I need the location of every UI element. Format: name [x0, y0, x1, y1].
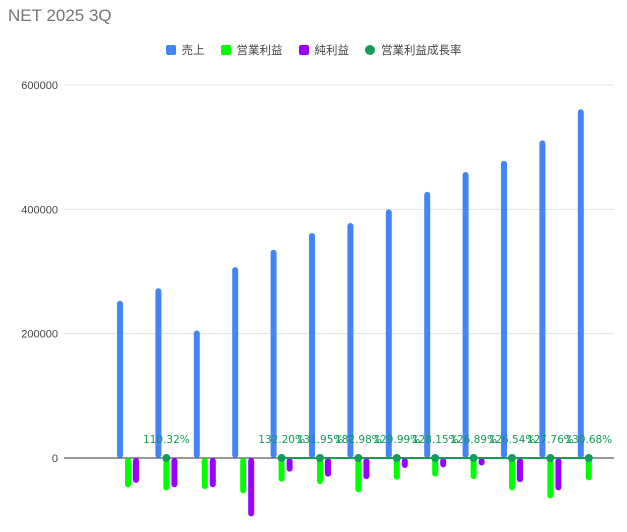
revenue-bar — [539, 140, 546, 458]
revenue-bar — [424, 191, 431, 458]
net-income-bar — [286, 458, 293, 472]
net-income-bar — [555, 458, 562, 491]
revenue-bar — [117, 300, 123, 458]
growth-rate-point — [508, 454, 516, 462]
growth-rate-point — [392, 454, 401, 462]
net-income-bar — [171, 458, 178, 488]
revenue-bar — [385, 209, 392, 458]
plot-area: 0200000400000600000110.32% 132.20%131.95%… — [21, 80, 614, 517]
chart-container: NET 2025 3Q 売上 営業利益 純利益 営業利益成長率 0 200000 4… — [0, 0, 627, 532]
revenue-bar — [347, 223, 354, 458]
net-income-bar — [401, 458, 408, 468]
net-income-bar — [325, 458, 331, 477]
growth-rate-data-label: 110.32% — [143, 434, 190, 446]
operating-income-bar — [240, 458, 247, 494]
net-income-bar — [209, 458, 216, 488]
operating-income-bar — [125, 458, 131, 488]
net-income-bar — [248, 458, 255, 517]
y-tick-label: 0 — [52, 453, 58, 465]
growth-rate-point — [162, 454, 171, 462]
growth-rate-point — [316, 454, 324, 462]
growth-rate-point — [354, 454, 363, 462]
revenue-bar — [309, 232, 315, 458]
net-income-bar — [478, 458, 485, 466]
net-income-bar — [133, 458, 139, 483]
revenue-bar — [501, 160, 507, 459]
net-income-bar — [363, 458, 370, 480]
revenue-bar — [270, 249, 277, 458]
revenue-bar — [462, 172, 469, 459]
y-tick-label: 600000 — [21, 80, 58, 92]
net-income-bar — [440, 458, 447, 468]
growth-rate-point — [584, 454, 593, 462]
net-income-bar — [517, 458, 523, 483]
growth-rate-point — [469, 454, 478, 462]
revenue-bar — [577, 109, 584, 459]
operating-income-bar — [163, 458, 170, 491]
growth-rate-point — [277, 454, 286, 462]
growth-rate-point — [546, 454, 555, 462]
revenue-bar — [232, 267, 239, 458]
operating-income-bar — [547, 458, 554, 499]
operating-income-bar — [509, 458, 515, 491]
y-tick-label: 200000 — [21, 329, 58, 341]
operating-income-bar — [355, 458, 362, 493]
operating-income-bar — [201, 458, 208, 490]
y-tick-label: 400000 — [21, 204, 58, 216]
growth-rate-data-label: 130.68% — [565, 434, 612, 446]
revenue-bar — [193, 330, 200, 458]
revenue-bar — [155, 288, 162, 458]
growth-rate-point — [431, 454, 440, 462]
